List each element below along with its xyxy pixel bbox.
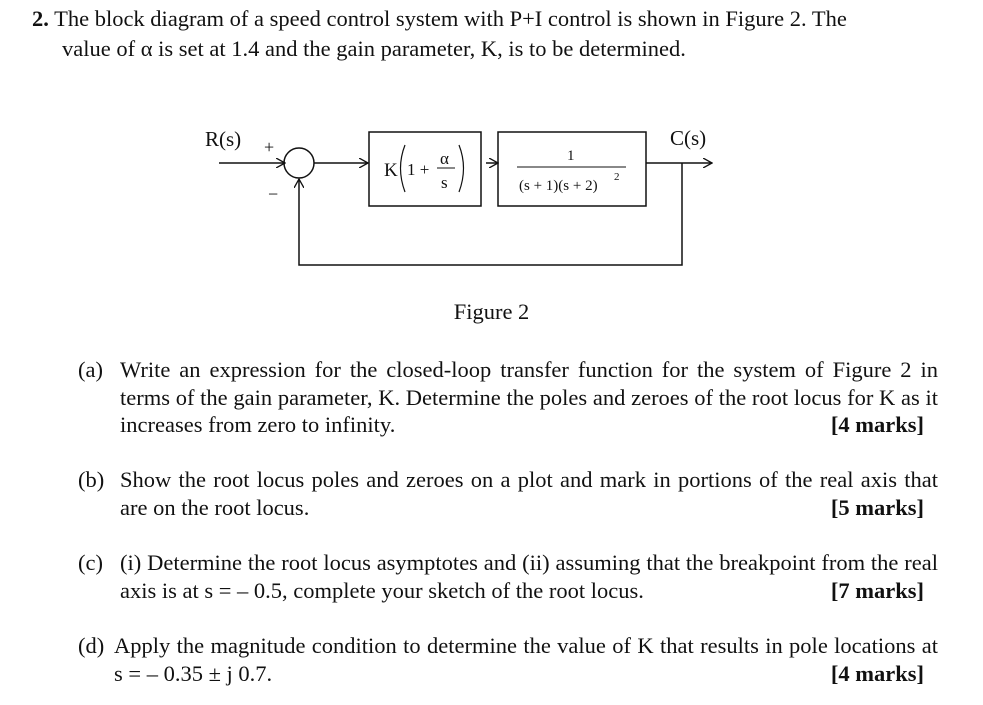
part-d: (d) Apply the magnitude condition to det… [78, 632, 938, 687]
part-b-label: (b) [78, 467, 105, 492]
controller-numerator: α [440, 149, 449, 168]
figure-caption: Figure 2 [453, 299, 530, 324]
summing-junction [283, 147, 315, 179]
part-c-label: (c) [78, 550, 103, 575]
input-label: R(s) [205, 127, 241, 151]
plant-numerator: 1 [567, 148, 575, 164]
controller-left-paren [399, 144, 406, 193]
plant-block [497, 131, 647, 207]
minus-sign: − [268, 184, 278, 204]
controller-one-plus: 1 + [407, 160, 429, 179]
plant-exponent: 2 [614, 171, 620, 183]
part-a-marks: [4 marks] [830, 412, 924, 437]
controller-denominator: s [441, 173, 448, 192]
part-c: (c) (i) Determine the root locus asympto… [78, 549, 938, 604]
part-a-text: Write an expression for the closed-loop … [120, 357, 938, 437]
block-diagram: R(s) + − K 1 + α s 1 (s + 1)(s + 2) 2 C(… [205, 126, 983, 266]
part-d-marks: [4 marks] [830, 660, 924, 686]
part-c-marks: [7 marks] [830, 577, 924, 603]
plus-sign: + [264, 137, 274, 157]
controller-gain: K [384, 160, 398, 181]
part-d-text: Apply the magnitude condition to determi… [114, 633, 938, 686]
part-b: (b) Show the root locus poles and zeroes… [78, 466, 938, 521]
plant-denominator: (s + 1)(s + 2) [519, 178, 598, 194]
part-a: (a) Write an expression for the closed-l… [78, 356, 938, 439]
part-a-label: (a) [78, 357, 103, 382]
feedback-path [299, 163, 683, 266]
part-b-marks: [5 marks] [830, 494, 924, 520]
part-b-text: Show the root locus poles and zeroes on … [120, 467, 938, 520]
controller-right-paren [458, 144, 465, 193]
part-d-label: (d) [78, 633, 105, 658]
output-label: C(s) [670, 126, 706, 150]
part-c-text: (i) Determine the root locus asymptotes … [120, 550, 938, 603]
